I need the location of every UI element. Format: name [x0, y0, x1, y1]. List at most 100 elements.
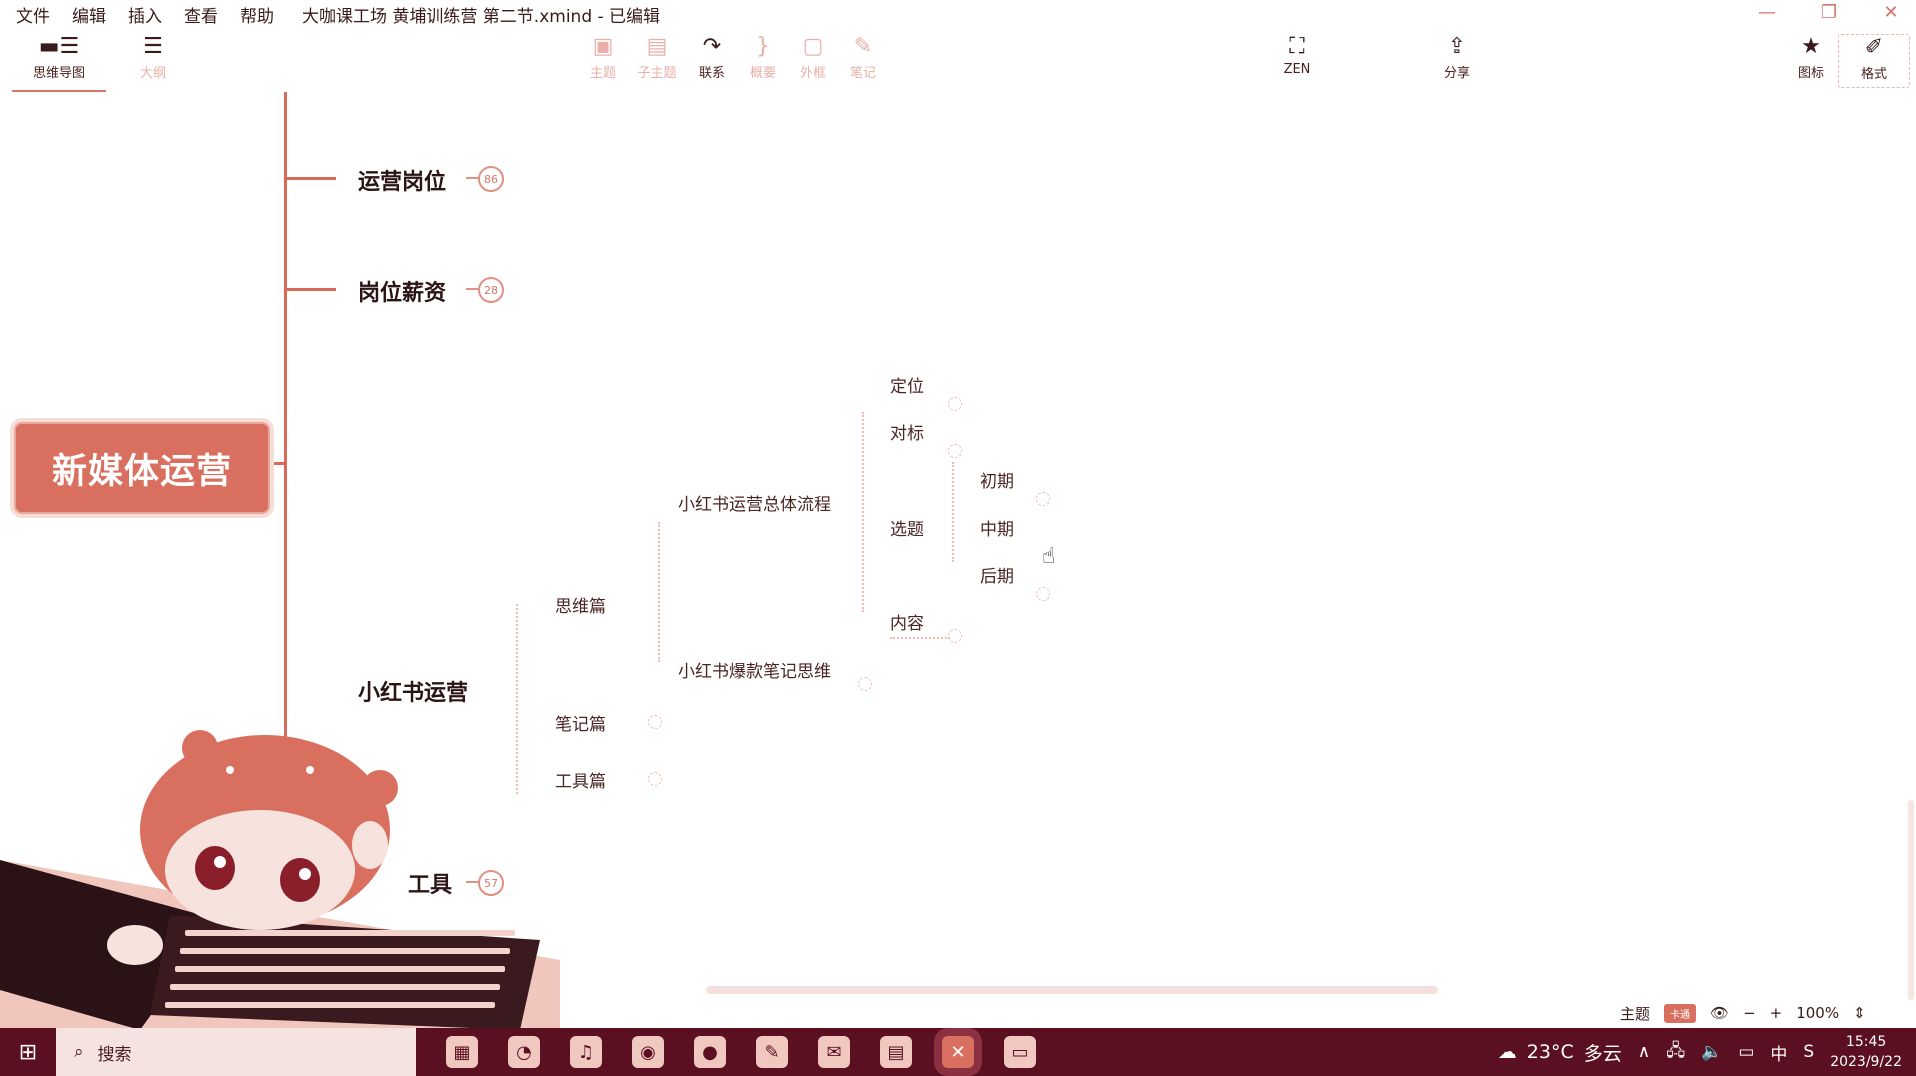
connector: [658, 522, 660, 662]
star-icon: ★: [1801, 34, 1821, 59]
note-icon: ✎: [853, 34, 873, 59]
horizontal-scrollbar[interactable]: [706, 986, 1438, 994]
expand-toggle[interactable]: [858, 677, 872, 691]
mascot-overlay-image: [0, 730, 560, 1030]
search-icon: ⌕: [74, 1042, 84, 1062]
network-icon[interactable]: 🖧: [1666, 1038, 1685, 1067]
icon-panel-button[interactable]: ★ 图标: [1776, 34, 1846, 86]
topic-salary[interactable]: 岗位薪资: [358, 275, 446, 307]
input-method-icon[interactable]: S: [1803, 1042, 1814, 1062]
search-placeholder: 搜索: [97, 1044, 132, 1065]
zen-button[interactable]: ⛶ ZEN: [1262, 34, 1332, 86]
theme-tag[interactable]: 卡通: [1664, 1003, 1697, 1023]
window-title: 大咖课工场 黄埔训练营 第二节.xmind - 已编辑: [302, 6, 661, 27]
zoom-level[interactable]: 100%: [1796, 1004, 1839, 1022]
app-icon-document[interactable]: ▤: [880, 1036, 912, 1068]
expand-toggle[interactable]: [1036, 492, 1050, 506]
subtopic-stage-late[interactable]: 后期: [980, 562, 1014, 587]
menu-file[interactable]: 文件: [16, 2, 50, 27]
central-topic[interactable]: 新媒体运营: [14, 422, 270, 514]
summary-icon: }: [756, 34, 770, 59]
cloud-icon: ☁: [1497, 1041, 1517, 1063]
topic-xiaohongshu[interactable]: 小红书运营: [358, 675, 468, 707]
menu-edit[interactable]: 编辑: [72, 2, 106, 27]
battery-icon[interactable]: ▭: [1738, 1042, 1754, 1062]
share-icon: ⇪: [1447, 34, 1467, 59]
app-icon-chat[interactable]: ◔: [508, 1036, 540, 1068]
taskbar: ⊞ ⌕ 搜索 ▦ ◔ ♫ ◉ ● ✎ ✉ ▤ ✕ ▭ ☁ 23°C 多云 ∧ 🖧…: [0, 1028, 1916, 1076]
expand-toggle[interactable]: [648, 715, 662, 729]
branch-line: [286, 177, 336, 180]
relationship-icon: ↷: [702, 34, 722, 59]
connector: [952, 462, 954, 562]
app-icon-folder[interactable]: ▭: [1004, 1036, 1036, 1068]
chevron-up-icon[interactable]: ∧: [1638, 1042, 1650, 1062]
weather-text: 多云: [1583, 1042, 1622, 1065]
outline-view-button[interactable]: ☰ 大纲: [118, 34, 188, 86]
branch-line: [286, 288, 336, 291]
minimize-icon[interactable]: —: [1756, 2, 1778, 23]
connector: [890, 637, 950, 639]
zoom-in-button[interactable]: +: [1770, 1004, 1783, 1022]
clock[interactable]: 15:45 2023/9/22: [1830, 1032, 1902, 1072]
connector: [862, 412, 864, 612]
toolbar: ▬☰ 思维导图 ☰ 大纲 ▣ 主题 ▤ 子主题 ↷ 联系 } 概要 ▢ 外框 ✎…: [0, 30, 1916, 92]
system-tray: ☁ 23°C 多云 ∧ 🖧 🔈 ▭ 中 S 15:45 2023/9/22: [1498, 1028, 1902, 1076]
windows-start-icon[interactable]: ⊞: [0, 1028, 56, 1076]
app-icon-xmind[interactable]: ✕: [942, 1036, 974, 1068]
ime-indicator[interactable]: 中: [1770, 1040, 1787, 1065]
maximize-icon[interactable]: ❐: [1818, 2, 1840, 23]
subtopic-viral-notes[interactable]: 小红书爆款笔记思维: [678, 657, 831, 682]
close-icon[interactable]: ✕: [1880, 2, 1902, 23]
window-controls: — ❐ ✕: [1756, 2, 1902, 23]
fullscreen-icon: ⛶: [1289, 34, 1305, 59]
volume-icon[interactable]: 🔈: [1701, 1042, 1722, 1062]
subtopic-positioning[interactable]: 定位: [890, 372, 924, 397]
theme-label[interactable]: 主题: [1620, 1003, 1650, 1024]
zoom-stepper-icon[interactable]: ⇕: [1853, 1004, 1866, 1022]
weather-temp: 23°C: [1526, 1041, 1574, 1063]
subtopic-stage-early[interactable]: 初期: [980, 467, 1014, 492]
note-button[interactable]: ✎ 笔记: [828, 34, 898, 86]
vertical-scrollbar[interactable]: [1908, 800, 1914, 1000]
subtopic-stage-middle[interactable]: 中期: [980, 515, 1014, 540]
app-icon-circle[interactable]: ●: [694, 1036, 726, 1068]
mindmap-view-button[interactable]: ▬☰ 思维导图: [12, 34, 106, 92]
outline-icon: ☰: [143, 34, 163, 59]
app-icon-music[interactable]: ♫: [570, 1036, 602, 1068]
format-panel-button[interactable]: ✐ 格式: [1838, 34, 1910, 88]
subtopic-content[interactable]: 内容: [890, 609, 924, 634]
share-button[interactable]: ⇪ 分享: [1422, 34, 1492, 86]
expand-toggle[interactable]: [948, 397, 962, 411]
subtopic-notes[interactable]: 笔记篇: [555, 710, 606, 735]
app-icon-browser[interactable]: ◉: [632, 1036, 664, 1068]
clock-time: 15:45: [1845, 1034, 1887, 1050]
collapsed-count-badge[interactable]: 86: [466, 166, 504, 192]
subtopic-benchmark[interactable]: 对标: [890, 419, 924, 444]
topic-operations-role[interactable]: 运营岗位: [358, 164, 446, 196]
menu-help[interactable]: 帮助: [240, 2, 274, 27]
menu-insert[interactable]: 插入: [128, 2, 162, 27]
app-icon-wechat[interactable]: ✉: [818, 1036, 850, 1068]
app-icon-calendar[interactable]: ▦: [446, 1036, 478, 1068]
zoom-out-button[interactable]: −: [1743, 1004, 1756, 1022]
hand-cursor-icon: ☝: [1042, 544, 1056, 569]
subtopic-topic-selection[interactable]: 选题: [890, 515, 924, 540]
main-connector: [284, 92, 287, 742]
subtopic-icon: ▤: [646, 34, 668, 59]
menu-bar: 文件 编辑 插入 查看 帮助 大咖课工场 黄埔训练营 第二节.xmind - 已…: [0, 0, 1916, 28]
eye-icon[interactable]: 👁: [1710, 1004, 1729, 1022]
expand-toggle[interactable]: [1036, 587, 1050, 601]
expand-toggle[interactable]: [948, 629, 962, 643]
weather-widget[interactable]: ☁ 23°C 多云: [1498, 1039, 1622, 1066]
subtopic-overall-flow[interactable]: 小红书运营总体流程: [678, 490, 831, 515]
subtopic-tools[interactable]: 工具篇: [555, 767, 606, 792]
menu-view[interactable]: 查看: [184, 2, 218, 27]
collapsed-count-badge[interactable]: 28: [466, 277, 504, 303]
taskbar-search[interactable]: ⌕ 搜索: [56, 1028, 416, 1076]
app-icon-notes[interactable]: ✎: [756, 1036, 788, 1068]
expand-toggle[interactable]: [648, 772, 662, 786]
brush-icon: ✐: [1864, 35, 1884, 60]
expand-toggle[interactable]: [948, 444, 962, 458]
subtopic-thinking[interactable]: 思维篇: [555, 592, 606, 617]
